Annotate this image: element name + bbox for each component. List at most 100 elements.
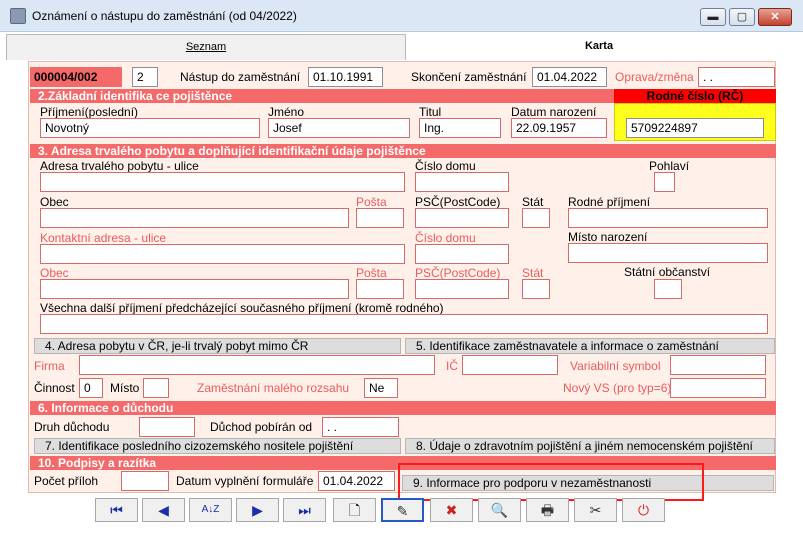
pension-type-field[interactable] <box>139 417 195 437</box>
contact-house-label: Číslo domu <box>415 231 476 245</box>
print-button[interactable]: 🖶 <box>526 498 569 522</box>
varsym-field[interactable] <box>670 355 766 375</box>
city-field[interactable] <box>40 208 349 228</box>
new-vs-label: Nový VS (pro typ=6) <box>563 381 672 395</box>
surname-field[interactable]: Novotný <box>40 118 260 138</box>
contact-zip-label: PSČ(PostCode) <box>415 266 501 280</box>
filled-date-field[interactable]: 01.04.2022 <box>318 471 395 491</box>
zip-label: PSČ(PostCode) <box>415 195 501 209</box>
contact-post-label: Pošta <box>356 266 387 280</box>
start-label: Nástup do zaměstnání <box>180 70 301 84</box>
end-label: Skončení zaměstnání <box>411 70 527 84</box>
delete-record-button[interactable]: ✖ <box>430 498 473 522</box>
section4-header[interactable]: 4. Adresa pobytu v ČR, je-li trvalý poby… <box>34 338 401 354</box>
section5-header[interactable]: 5. Identifikace zaměstnavatele a informa… <box>405 338 775 354</box>
contact-street-field[interactable] <box>40 244 405 264</box>
rc-field[interactable]: 5709224897 <box>626 118 764 138</box>
edit-record-button[interactable]: ✎ <box>381 498 424 522</box>
activity-field[interactable]: 0 <box>79 378 103 398</box>
birthplace-field[interactable] <box>568 243 768 263</box>
title-label: Titul <box>419 105 442 119</box>
firm-field[interactable] <box>79 355 435 375</box>
close-button[interactable]: ✕ <box>758 8 792 26</box>
new-vs-field[interactable] <box>670 378 766 398</box>
tab-bar: Seznam Karta <box>6 34 792 60</box>
state-field[interactable] <box>522 208 550 228</box>
previous-record-button[interactable]: ◀ <box>142 498 185 522</box>
gender-label: Pohlaví <box>649 159 690 173</box>
first-record-button[interactable]: ⏮ <box>95 498 138 522</box>
section3-header: 3. Adresa trvalého pobytu a doplňující i… <box>30 144 776 158</box>
contact-city-label: Obec <box>40 266 69 280</box>
pension-since-label: Důchod pobírán od <box>210 420 313 434</box>
title-bar: Oznámení o nástupu do zaměstnání (od 04/… <box>0 0 803 32</box>
maximize-button[interactable]: ▢ <box>729 8 755 26</box>
citizenship-field[interactable] <box>654 279 682 299</box>
tools-button[interactable]: ✂ <box>574 498 617 522</box>
minimize-button[interactable]: ▬ <box>700 8 726 26</box>
small-job-label: Zaměstnání malého rozsahu <box>197 381 350 395</box>
street-field[interactable] <box>40 172 405 192</box>
contact-post-field[interactable] <box>356 279 404 299</box>
birthname-field[interactable] <box>568 208 768 228</box>
change-field[interactable]: . . <box>698 67 775 87</box>
birthdate-field[interactable]: 22.09.1957 <box>511 118 607 138</box>
citizenship-label: Státní občanství <box>624 265 711 279</box>
title-field[interactable]: Ing. <box>419 118 501 138</box>
contact-state-label: Stát <box>522 266 544 280</box>
tab-karta[interactable]: Karta <box>406 34 792 60</box>
contact-street-label: Kontaktní adresa - ulice <box>40 231 167 245</box>
contact-zip-field[interactable] <box>415 279 509 299</box>
exit-button[interactable]: ⏻ <box>622 498 665 522</box>
tab-seznam[interactable]: Seznam <box>6 34 406 60</box>
change-label: Oprava/změna <box>615 70 694 84</box>
contact-house-field[interactable] <box>415 244 509 264</box>
birthdate-label: Datum narození <box>511 105 597 119</box>
rc-header: Rodné číslo (RČ) <box>614 89 776 103</box>
house-field[interactable] <box>415 172 509 192</box>
firstname-field[interactable]: Josef <box>268 118 410 138</box>
activity-label: Činnost <box>34 381 75 395</box>
contact-state-field[interactable] <box>522 279 550 299</box>
other-surnames-field[interactable] <box>40 314 768 334</box>
street-label: Adresa trvalého pobytu - ulice <box>40 159 199 173</box>
section2-header: 2.Základní identifika ce pojištěnce <box>30 89 614 103</box>
pension-type-label: Druh důchodu <box>34 420 110 434</box>
record-id: 000004/002 <box>30 67 122 87</box>
city-label: Obec <box>40 195 69 209</box>
end-date-field[interactable]: 01.04.2022 <box>532 67 607 87</box>
state-label: Stát <box>522 195 544 209</box>
filled-date-label: Datum vyplnění formuláře <box>176 474 314 488</box>
section6-header: 6. Informace o důchodu <box>30 401 776 415</box>
other-surnames-label: Všechna další příjmení předcházející sou… <box>40 301 444 315</box>
surname-label: Příjmení(poslední) <box>40 105 139 119</box>
post-label: Pošta <box>356 195 387 209</box>
contact-city-field[interactable] <box>40 279 349 299</box>
highlight-frame <box>398 463 704 501</box>
house-label: Číslo domu <box>415 159 476 173</box>
varsym-label: Variabilní symbol <box>570 359 661 373</box>
post-field[interactable] <box>356 208 404 228</box>
ic-field[interactable] <box>462 355 558 375</box>
birthplace-label: Místo narození <box>568 230 648 244</box>
section7-header[interactable]: 7. Identifikace posledního cizozemského … <box>34 438 401 454</box>
place-field[interactable] <box>143 378 169 398</box>
search-button[interactable]: 🔍 <box>478 498 521 522</box>
firm-label: Firma <box>34 359 65 373</box>
sort-button[interactable]: A↓Z <box>189 498 232 522</box>
attachments-field[interactable] <box>121 471 169 491</box>
gender-field[interactable] <box>654 172 675 192</box>
window-title: Oznámení o nástupu do zaměstnání (od 04/… <box>32 9 297 23</box>
firstname-label: Jméno <box>268 105 305 119</box>
next-record-button[interactable]: ▶ <box>236 498 279 522</box>
new-record-button[interactable]: 🗋 <box>333 498 376 522</box>
zip-field[interactable] <box>415 208 509 228</box>
start-date-field[interactable]: 01.10.1991 <box>308 67 383 87</box>
last-record-button[interactable]: ⏭ <box>283 498 326 522</box>
app-icon <box>10 8 26 24</box>
pension-since-field[interactable]: . . <box>322 417 399 437</box>
place-label: Místo <box>110 381 140 395</box>
record-seq-field[interactable]: 2 <box>132 67 158 87</box>
section8-header[interactable]: 8. Údaje o zdravotním pojištění a jiném … <box>405 438 775 454</box>
small-job-field[interactable]: Ne <box>364 378 398 398</box>
